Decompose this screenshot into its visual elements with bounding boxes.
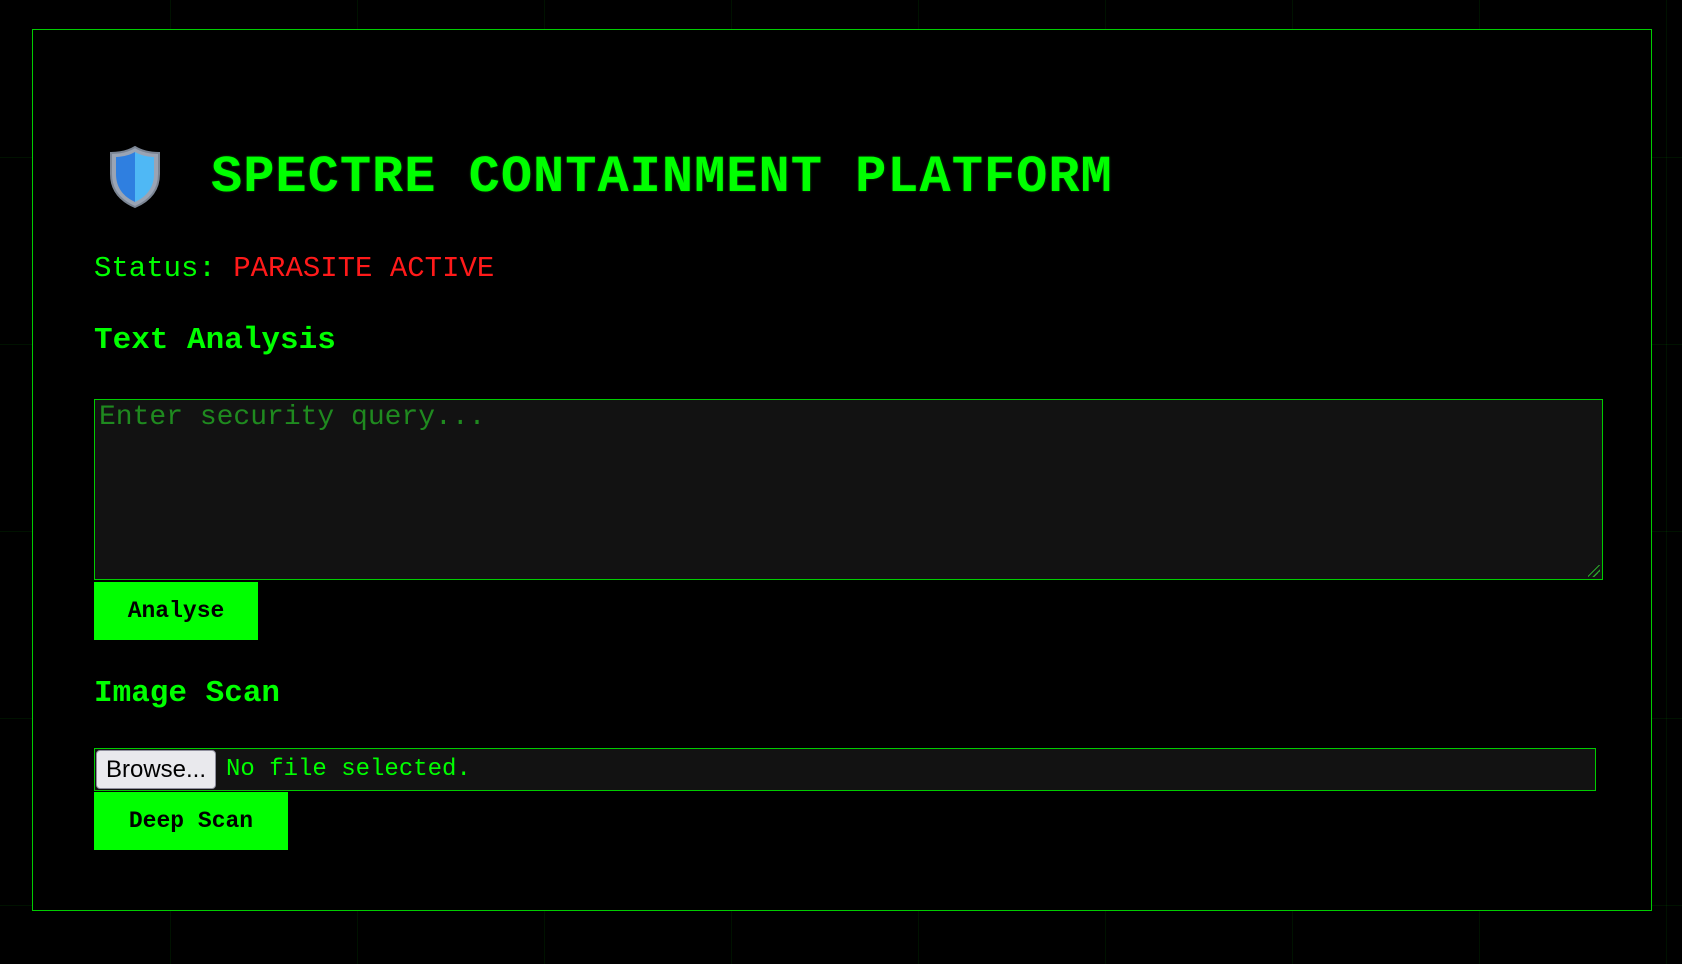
status-line: Status: PARASITE ACTIVE xyxy=(94,252,494,285)
browse-button[interactable]: Browse... xyxy=(96,750,216,789)
main-panel: SPECTRE CONTAINMENT PLATFORM Status: PAR… xyxy=(32,29,1652,911)
status-label: Status: xyxy=(94,252,216,285)
text-analysis-heading: Text Analysis xyxy=(94,323,336,358)
page-title: SPECTRE CONTAINMENT PLATFORM xyxy=(211,147,1113,207)
image-scan-heading: Image Scan xyxy=(94,676,281,711)
file-status-text: No file selected. xyxy=(226,756,471,783)
status-value: PARASITE ACTIVE xyxy=(233,252,495,285)
security-query-input[interactable] xyxy=(94,399,1603,580)
page-header: SPECTRE CONTAINMENT PLATFORM xyxy=(107,144,1113,210)
resize-handle[interactable] xyxy=(1588,565,1600,577)
shield-icon xyxy=(110,145,160,209)
file-input[interactable]: Browse... No file selected. xyxy=(94,748,1596,791)
analyse-button[interactable]: Analyse xyxy=(94,582,258,640)
deep-scan-button[interactable]: Deep Scan xyxy=(94,792,288,850)
